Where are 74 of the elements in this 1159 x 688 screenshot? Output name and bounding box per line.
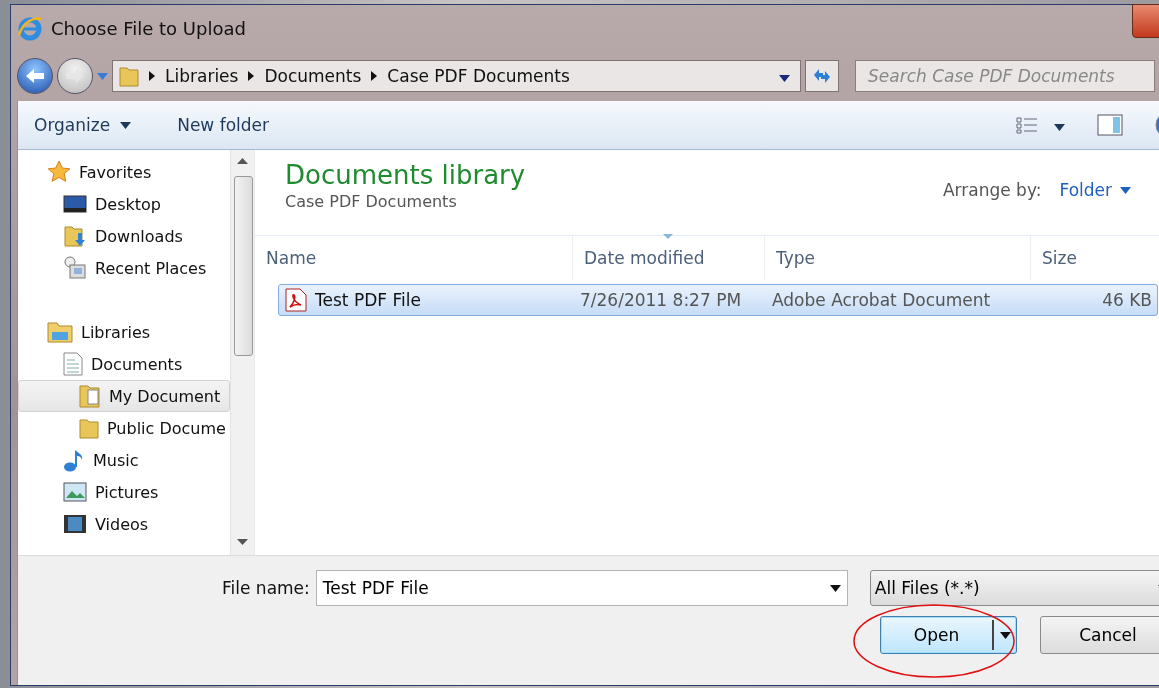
column-header[interactable]: Type (765, 236, 1031, 280)
table-cell-text: Adobe Acrobat Document (771, 290, 992, 310)
chevron-icon (371, 71, 378, 81)
toolbar-button[interactable]: Organize (34, 115, 132, 135)
recent-places-icon (63, 256, 87, 280)
breadcrumb[interactable]: Documents (264, 66, 362, 86)
table-cell: Test PDF File (279, 288, 574, 312)
browser-logo-icon (17, 15, 43, 41)
file-name-label: File name: (222, 578, 310, 598)
history-caret-icon (97, 72, 108, 80)
library-subtitle: Case PDF Documents (285, 192, 458, 211)
pdf-file-icon (285, 288, 307, 312)
nav-item[interactable]: Videos (18, 508, 231, 540)
nav-item[interactable]: Libraries (18, 316, 231, 348)
film-icon (63, 514, 87, 534)
caret-icon (999, 631, 1011, 639)
nav-item[interactable]: Recent Places (18, 252, 231, 284)
chevron-icon (149, 71, 155, 81)
caret-icon (1120, 186, 1131, 194)
toolbar-button[interactable]: New folder (177, 115, 269, 135)
document-folder-icon (79, 384, 101, 408)
open-button[interactable]: Open (880, 616, 1017, 654)
scroll-down-icon[interactable] (237, 539, 249, 545)
refresh-button[interactable] (805, 60, 839, 92)
refresh-arrows-icon (812, 67, 832, 85)
window-title: Choose File to Upload (51, 17, 246, 39)
forward-arrow-icon (65, 68, 85, 84)
nav-item[interactable]: Pictures (18, 476, 231, 508)
nav-item[interactable]: Public Docume (18, 412, 231, 444)
table-cell-text: 7/26/2011 8:27 PM (579, 290, 743, 310)
close-button[interactable] (1132, 4, 1159, 38)
file-name-field[interactable]: Test PDF File (315, 570, 848, 606)
star-icon (47, 160, 71, 184)
view-options-icon[interactable] (1016, 116, 1038, 134)
nav-item[interactable]: Favorites (18, 156, 231, 188)
preview-pane-icon[interactable] (1097, 114, 1123, 136)
arrange-dropdown[interactable]: Folder (1059, 180, 1131, 200)
music-note-icon (63, 448, 85, 472)
address-bar[interactable]: Libraries Documents Case PDF Documents (112, 60, 801, 92)
breadcrumb[interactable]: Libraries (165, 66, 239, 86)
back-arrow-icon (25, 68, 45, 84)
nav-item[interactable]: Documents (18, 348, 231, 380)
scrollbar[interactable] (230, 150, 254, 555)
back-button[interactable] (17, 58, 53, 94)
nav-item[interactable]: Desktop (18, 188, 231, 220)
desktop-icon (63, 194, 87, 214)
download-folder-icon (63, 224, 87, 248)
arrange-label: Arrange by: (942, 180, 1042, 200)
file-row[interactable]: Test PDF File 7/26/2011 8:27 PM Adobe Acrobat Document 46 KB (278, 284, 1158, 316)
sort-arrow-icon (663, 234, 673, 239)
address-caret-icon (779, 74, 790, 82)
caret-icon (1054, 123, 1065, 131)
folder-icon (79, 417, 99, 439)
forward-button[interactable] (57, 58, 93, 94)
dropdown-caret-icon (829, 584, 841, 592)
document-icon (63, 352, 83, 376)
column-header[interactable]: Size (1031, 236, 1159, 280)
scroll-up-icon[interactable] (237, 158, 249, 164)
caret-icon (120, 121, 132, 129)
picture-icon (63, 482, 87, 502)
file-type-dropdown[interactable]: All Files (*.*) (869, 570, 1159, 606)
cancel-button[interactable]: Cancel (1040, 616, 1159, 654)
libraries-icon (47, 321, 73, 343)
breadcrumb[interactable]: Case PDF Documents (387, 66, 570, 86)
table-cell-text: 46 KB (1101, 290, 1152, 310)
library-title: Documents library (285, 160, 526, 190)
nav-item[interactable]: Music (18, 444, 231, 476)
search-field[interactable]: Search Case PDF Documents (855, 60, 1155, 92)
folder-icon (119, 65, 139, 87)
nav-item[interactable]: My Document (18, 380, 231, 412)
column-header[interactable]: Date modified (573, 236, 765, 280)
column-header[interactable]: Name (255, 236, 573, 280)
chevron-icon (248, 71, 255, 81)
nav-item[interactable]: Downloads (18, 220, 231, 252)
